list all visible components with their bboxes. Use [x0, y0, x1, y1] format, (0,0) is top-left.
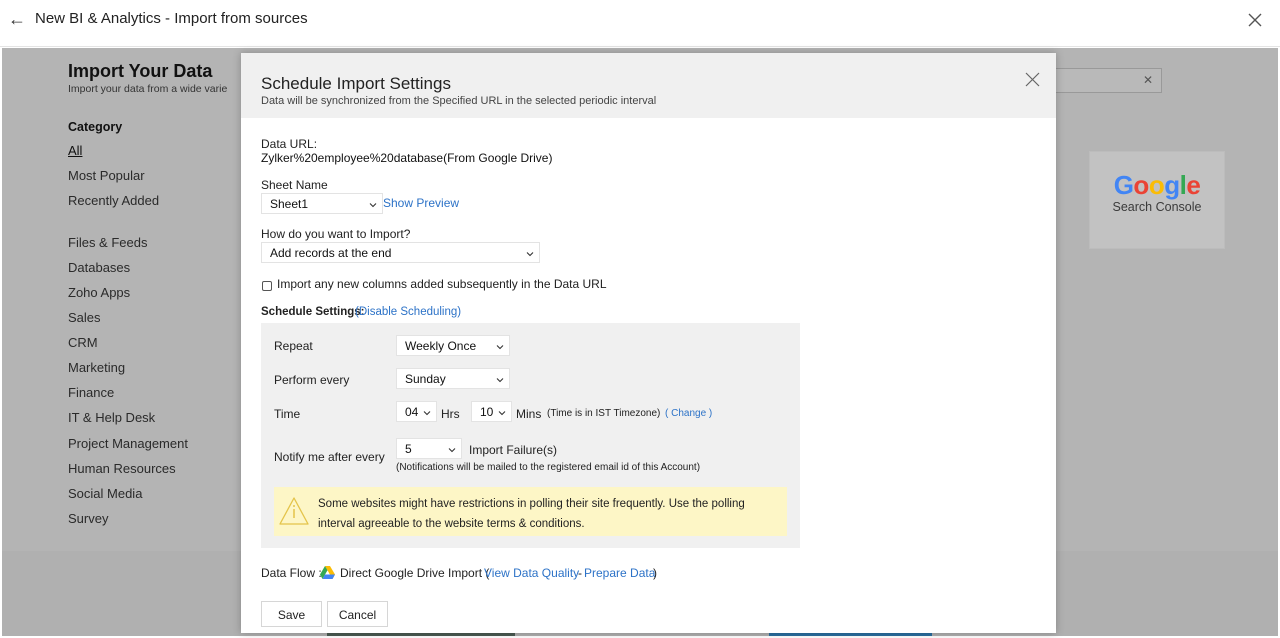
schedule-settings-label: Schedule Settings:: [261, 306, 365, 318]
chevron-down-icon: [448, 448, 456, 453]
import-new-columns-checkbox[interactable]: [262, 281, 272, 291]
timezone-note: (Time is in IST Timezone): [547, 408, 661, 419]
data-flow-label: Data Flow :: [261, 566, 322, 580]
repeat-label: Repeat: [274, 339, 313, 353]
sheet-name-label: Sheet Name: [261, 178, 328, 192]
change-timezone-link[interactable]: ( Change ): [665, 408, 712, 419]
import-method-value: Add records at the end: [270, 246, 392, 260]
data-flow-text: Direct Google Drive Import (: [340, 566, 490, 580]
chevron-down-icon: [526, 252, 534, 257]
warning-text: Some websites might have restrictions in…: [318, 498, 745, 530]
close-icon[interactable]: [1248, 13, 1262, 27]
google-drive-icon: [320, 566, 335, 579]
data-url-value: Zylker%20employee%20database(From Google…: [261, 151, 553, 165]
chevron-down-icon: [496, 345, 504, 350]
import-failure-label: Import Failure(s): [469, 443, 558, 457]
sheet-name-select[interactable]: Sheet1: [261, 193, 383, 214]
google-logo-letter: o: [1133, 170, 1149, 200]
category-item-survey[interactable]: Survey: [68, 511, 108, 526]
disable-scheduling-link[interactable]: (Disable Scheduling): [355, 306, 461, 318]
minutes-select[interactable]: 10: [471, 401, 512, 422]
schedule-settings-panel: Repeat Weekly Once Perform every Sunday …: [261, 323, 800, 548]
category-item-most-popular[interactable]: Most Popular: [68, 168, 145, 183]
category-item-social-media[interactable]: Social Media: [68, 486, 142, 501]
import-method-label: How do you want to Import?: [261, 227, 411, 241]
link-separator: -: [578, 566, 582, 580]
category-item-files-feeds[interactable]: Files & Feeds: [68, 235, 147, 250]
notify-note: (Notifications will be mailed to the reg…: [396, 462, 701, 473]
perform-every-value: Sunday: [405, 372, 446, 386]
warning-icon: [279, 497, 309, 525]
show-preview-link[interactable]: Show Preview: [383, 196, 459, 210]
cancel-button[interactable]: Cancel: [327, 601, 388, 627]
chevron-down-icon: [369, 203, 377, 208]
mins-label: Mins: [516, 407, 542, 421]
schedule-import-dialog: Schedule Import Settings Data will be sy…: [241, 53, 1056, 633]
sheet-name-value: Sheet1: [270, 197, 309, 211]
perform-every-label: Perform every: [274, 373, 350, 387]
clear-search-icon[interactable]: ✕: [1143, 73, 1153, 87]
view-data-quality-link[interactable]: View Data Quality: [484, 566, 579, 580]
category-item-human-resources[interactable]: Human Resources: [68, 461, 176, 476]
back-arrow-icon[interactable]: ←: [8, 9, 26, 30]
google-search-console-card[interactable]: Google Search Console: [1089, 151, 1225, 249]
category-item-recently-added[interactable]: Recently Added: [68, 193, 159, 208]
page-title: New BI & Analytics - Import from sources: [35, 10, 308, 27]
google-logo-letter: g: [1164, 170, 1180, 200]
category-item-crm[interactable]: CRM: [68, 335, 98, 350]
time-label: Time: [274, 407, 301, 421]
notify-count-select[interactable]: 5: [396, 438, 462, 459]
close-paren: ): [653, 566, 657, 580]
import-method-select[interactable]: Add records at the end: [261, 242, 540, 263]
close-icon[interactable]: [1025, 72, 1040, 87]
chevron-down-icon: [498, 411, 506, 416]
category-item-sales[interactable]: Sales: [68, 310, 101, 325]
dialog-header: Schedule Import Settings Data will be sy…: [241, 53, 1056, 118]
google-logo-letter: e: [1186, 170, 1201, 200]
import-heading: Import Your Data: [68, 61, 213, 81]
google-logo-letter: G: [1113, 170, 1134, 200]
google-card-subtitle: Search Console: [1112, 200, 1202, 214]
chevron-down-icon: [423, 411, 431, 416]
category-item-all[interactable]: All: [68, 143, 82, 158]
google-logo-letter: o: [1148, 170, 1165, 200]
dialog-title: Schedule Import Settings: [261, 74, 451, 93]
repeat-value: Weekly Once: [405, 339, 477, 353]
category-item-finance[interactable]: Finance: [68, 385, 114, 400]
notify-label: Notify me after every: [274, 450, 385, 464]
category-item-it-help-desk[interactable]: IT & Help Desk: [68, 410, 155, 425]
dialog-description: Data will be synchronized from the Speci…: [261, 95, 657, 107]
top-header: ← New BI & Analytics - Import from sourc…: [0, 0, 1280, 47]
hours-select[interactable]: 04: [396, 401, 437, 422]
perform-every-select[interactable]: Sunday: [396, 368, 510, 389]
search-input[interactable]: ✕: [1052, 68, 1162, 93]
category-title: Category: [68, 120, 123, 134]
data-url-label: Data URL:: [261, 137, 318, 151]
prepare-data-link[interactable]: Prepare Data: [584, 566, 655, 580]
chevron-down-icon: [496, 378, 504, 383]
polling-warning: Some websites might have restrictions in…: [274, 487, 787, 536]
import-subheading: Import your data from a wide varie: [68, 83, 228, 95]
category-item-marketing[interactable]: Marketing: [68, 360, 125, 375]
repeat-select[interactable]: Weekly Once: [396, 335, 510, 356]
google-logo: Google: [1090, 170, 1224, 200]
hours-value: 04: [405, 405, 419, 419]
import-new-columns-label: Import any new columns added subsequentl…: [277, 277, 607, 291]
category-item-databases[interactable]: Databases: [68, 260, 130, 275]
hrs-label: Hrs: [441, 407, 460, 421]
notify-count-value: 5: [405, 442, 412, 456]
minutes-value: 10: [480, 405, 494, 419]
category-item-zoho-apps[interactable]: Zoho Apps: [68, 285, 130, 300]
category-item-project-management[interactable]: Project Management: [68, 436, 188, 451]
save-button[interactable]: Save: [261, 601, 322, 627]
